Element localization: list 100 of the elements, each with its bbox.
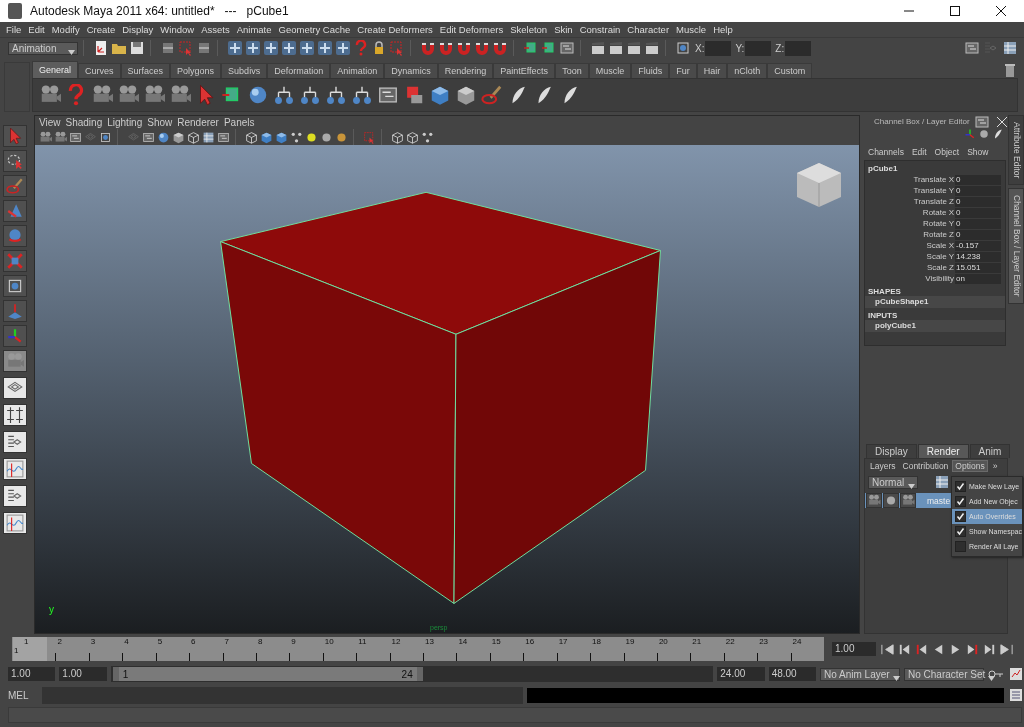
magnet-icon[interactable]: [474, 40, 490, 56]
shelf-tab[interactable]: Curves: [78, 63, 121, 78]
channel-name[interactable]: Translate X: [865, 175, 955, 184]
hierarchy-icon[interactable]: [273, 84, 295, 106]
wireframe-cube-icon[interactable]: [187, 130, 200, 144]
camera-icon[interactable]: [54, 130, 67, 144]
menu-item[interactable]: Help: [711, 24, 738, 35]
panel-menu[interactable]: View: [39, 117, 66, 128]
go-to-end-icon[interactable]: [999, 641, 1014, 657]
layer-tab[interactable]: Display: [866, 444, 917, 458]
light-icon[interactable]: [305, 130, 318, 144]
panel-menu[interactable]: Lighting: [107, 117, 148, 128]
node-name[interactable]: pCubeShape1: [865, 296, 1005, 308]
sphere-icon[interactable]: [247, 84, 269, 106]
panel-menu[interactable]: Edit: [911, 147, 927, 157]
shelf-tab[interactable]: Surfaces: [120, 63, 171, 78]
snap-icon[interactable]: [281, 40, 297, 56]
go-to-start-icon[interactable]: [880, 641, 895, 657]
layout-icon[interactable]: [1002, 40, 1018, 56]
menu-item[interactable]: Window: [158, 24, 200, 35]
scale-tool-button[interactable]: [3, 250, 27, 272]
layout-button[interactable]: [3, 431, 27, 453]
hierarchy-icon[interactable]: [351, 84, 373, 106]
panel-menu[interactable]: Show: [147, 117, 178, 128]
more-menus-button[interactable]: »: [992, 461, 998, 471]
object-name[interactable]: pCube1: [865, 161, 1005, 174]
feather-icon[interactable]: [992, 128, 1004, 140]
channel-value-field[interactable]: -0.157: [955, 240, 1001, 251]
select-arrow-button[interactable]: [3, 125, 27, 147]
ball-icon[interactable]: [883, 493, 899, 508]
coordinate-field[interactable]: [785, 40, 812, 56]
menu-item[interactable]: Create: [84, 24, 121, 35]
close-icon[interactable]: [993, 3, 1009, 19]
end-time-field[interactable]: 48.00: [768, 667, 816, 681]
wireframe-cube-icon[interactable]: [245, 130, 258, 144]
panel-menu[interactable]: Show: [967, 147, 989, 157]
panel-icon[interactable]: [142, 130, 155, 144]
checkbox[interactable]: [955, 496, 966, 507]
layer-tab[interactable]: Render: [917, 444, 969, 458]
hierarchy-icon[interactable]: [299, 84, 321, 106]
checkbox[interactable]: [955, 511, 966, 522]
channel-name[interactable]: Translate Z: [865, 197, 955, 206]
shelf-tab[interactable]: Muscle: [588, 63, 632, 78]
preferences-icon[interactable]: [1008, 666, 1024, 682]
wireframe-cube-icon[interactable]: [406, 130, 419, 144]
brush-button[interactable]: [3, 175, 27, 197]
layout-button[interactable]: [3, 377, 27, 399]
layout-icon[interactable]: [202, 130, 215, 144]
cube-icon[interactable]: [172, 130, 185, 144]
dots-icon[interactable]: [421, 130, 434, 144]
start-time-field[interactable]: 1.00: [8, 667, 56, 681]
checkbox[interactable]: [955, 526, 966, 537]
camera-icon[interactable]: [900, 493, 916, 508]
channel-value-field[interactable]: 0: [955, 207, 1001, 218]
channel-name[interactable]: Rotate Z: [865, 230, 955, 239]
script-editor-icon[interactable]: [1008, 687, 1024, 703]
magnet-icon[interactable]: [492, 40, 508, 56]
layout-button[interactable]: [3, 404, 27, 426]
channel-name[interactable]: Rotate Y: [865, 219, 955, 228]
wireframe-cube-icon[interactable]: [391, 130, 404, 144]
rotate-tool-button[interactable]: [3, 225, 27, 247]
manipulator-button[interactable]: [3, 275, 27, 297]
coordinate-field[interactable]: [745, 40, 772, 56]
channel-value-field[interactable]: 0: [955, 229, 1001, 240]
channel-name[interactable]: Translate Y: [865, 186, 955, 195]
shelf-tab[interactable]: Custom: [767, 63, 813, 78]
brush-icon[interactable]: [481, 84, 503, 106]
panel-menu[interactable]: Object: [934, 147, 960, 157]
channel-value-field[interactable]: 14.238: [955, 251, 1001, 262]
cube-icon[interactable]: [260, 130, 273, 144]
shelf-tab[interactable]: Polygons: [170, 63, 222, 78]
save-icon[interactable]: [129, 40, 145, 56]
cube-icon[interactable]: [455, 84, 477, 106]
ball-icon[interactable]: [978, 128, 990, 140]
channel-name[interactable]: Rotate X: [865, 208, 955, 217]
channel-value-field[interactable]: on: [955, 273, 1001, 284]
side-tab[interactable]: Channel Box / Layer Editor: [1008, 188, 1024, 304]
shelf-tab[interactable]: Animation: [330, 63, 385, 78]
layout-button[interactable]: [3, 458, 27, 480]
new-scene-icon[interactable]: [93, 40, 109, 56]
channel-value-field[interactable]: 15.051: [955, 262, 1001, 273]
render-icon[interactable]: [523, 40, 539, 56]
snap-icon[interactable]: [299, 40, 315, 56]
sphere-icon[interactable]: [157, 130, 170, 144]
command-language-label[interactable]: MEL: [8, 689, 38, 701]
checkbox[interactable]: [955, 541, 966, 552]
panel-menu[interactable]: Shading: [65, 117, 108, 128]
tool-icon[interactable]: [196, 40, 212, 56]
panel-icon[interactable]: [377, 84, 399, 106]
panel-icon[interactable]: [69, 130, 82, 144]
clapperboard-icon[interactable]: [626, 40, 642, 56]
panel-menu[interactable]: Contribution: [899, 460, 952, 472]
menu-item[interactable]: Muscle: [674, 24, 712, 35]
menu-item[interactable]: Assets: [199, 24, 235, 35]
menu-item[interactable]: Display: [120, 24, 159, 35]
manipulator-icon[interactable]: [675, 40, 691, 56]
playback-end-field[interactable]: 24.00: [717, 667, 765, 681]
manipulator-icon[interactable]: [99, 130, 112, 144]
menu-item[interactable]: Skin: [552, 24, 578, 35]
channel-value-field[interactable]: 0: [955, 185, 1001, 196]
